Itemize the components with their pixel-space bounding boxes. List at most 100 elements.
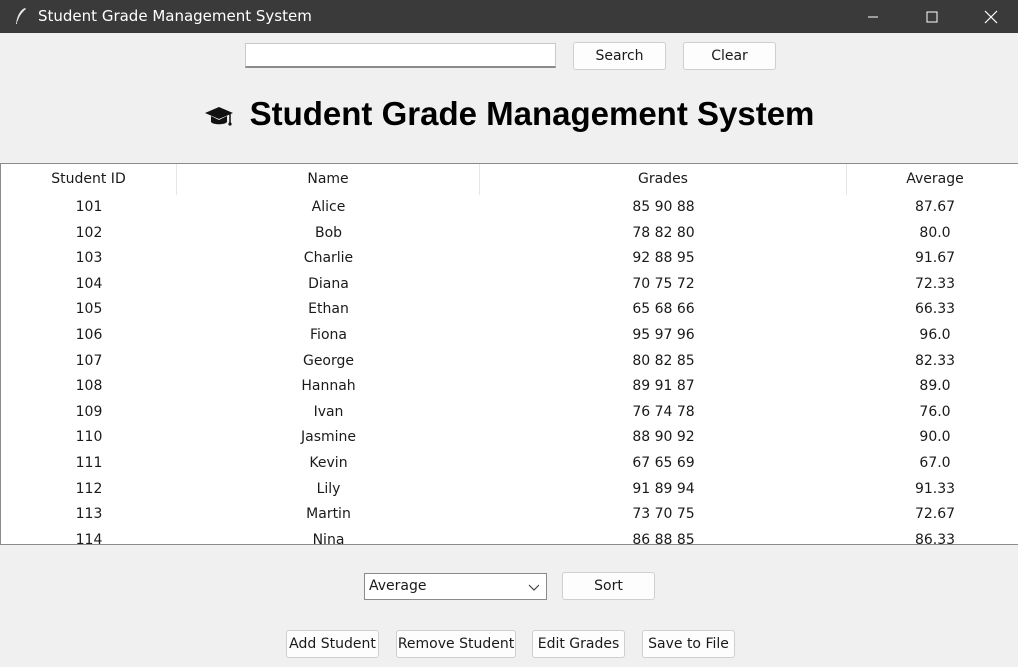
cell-grades: 80 82 85 <box>632 352 695 369</box>
cell-grades: 73 70 75 <box>632 506 695 523</box>
cell-student-id: 105 <box>75 301 103 318</box>
page-heading: Student Grade Management System <box>0 94 1018 134</box>
minimize-icon <box>868 16 878 17</box>
cell-average: 72.67 <box>914 506 956 523</box>
cell-name: Alice <box>311 199 346 215</box>
sort-button[interactable]: Sort <box>562 572 655 600</box>
column-header-average[interactable]: Average <box>847 164 1018 195</box>
cell-name: Ivan <box>313 403 344 420</box>
cell-average: 82.33 <box>914 352 956 369</box>
close-button[interactable] <box>962 0 1018 33</box>
cell-average: 91.67 <box>914 250 956 267</box>
column-header-student-id[interactable]: Student ID <box>1 164 177 195</box>
table-row[interactable]: 110 Jasmine 88 90 92 90.0 <box>1 425 1018 451</box>
column-header-grades[interactable]: Grades <box>480 164 847 195</box>
cell-grades: 85 90 88 <box>632 199 695 215</box>
window-title: Student Grade Management System <box>38 7 312 25</box>
cell-average: 67.0 <box>919 454 951 471</box>
cell-average: 96.0 <box>919 326 951 343</box>
cell-student-id: 103 <box>75 250 103 267</box>
cell-name: Charlie <box>303 250 354 267</box>
table-row[interactable]: 103 Charlie 92 88 95 91.67 <box>1 246 1018 272</box>
table-row[interactable]: 113 Martin 73 70 75 72.67 <box>1 502 1018 528</box>
clear-button[interactable]: Clear <box>683 42 776 70</box>
cell-student-id: 109 <box>75 403 103 420</box>
table-row[interactable]: 111 Kevin 67 65 69 67.0 <box>1 451 1018 477</box>
cell-grades: 89 91 87 <box>632 378 695 395</box>
cell-name: Bob <box>314 224 343 241</box>
cell-student-id: 101 <box>75 199 103 215</box>
add-student-button[interactable]: Add Student <box>286 630 379 658</box>
close-icon <box>984 10 998 23</box>
table-row[interactable]: 104 Diana 70 75 72 72.33 <box>1 272 1018 298</box>
sort-field-value: Average <box>369 578 427 594</box>
table-row[interactable]: 107 George 80 82 85 82.33 <box>1 349 1018 375</box>
cell-student-id: 108 <box>75 378 103 395</box>
cell-student-id: 102 <box>75 224 103 241</box>
table-row[interactable]: 112 Lily 91 89 94 91.33 <box>1 477 1018 503</box>
cell-student-id: 104 <box>75 275 103 292</box>
table-row[interactable]: 105 Ethan 65 68 66 66.33 <box>1 297 1018 323</box>
cell-student-id: 113 <box>75 506 103 523</box>
maximize-icon <box>926 11 938 22</box>
table-row[interactable]: 102 Bob 78 82 80 80.0 <box>1 221 1018 247</box>
save-to-file-button[interactable]: Save to File <box>642 630 735 658</box>
cell-student-id: 110 <box>75 429 103 446</box>
cell-average: 66.33 <box>914 301 956 318</box>
cell-average: 76.0 <box>919 403 951 420</box>
cell-grades: 91 89 94 <box>632 480 695 497</box>
column-header-name[interactable]: Name <box>177 164 480 195</box>
chevron-down-icon <box>528 584 540 591</box>
students-table[interactable]: Student ID Name Grades Average 101 Alice 8… <box>0 163 1018 545</box>
cell-average: 87.67 <box>914 199 956 215</box>
minimize-button[interactable] <box>844 0 902 33</box>
cell-grades: 67 65 69 <box>632 454 695 471</box>
cell-grades: 76 74 78 <box>632 403 695 420</box>
table-row[interactable]: 109 Ivan 76 74 78 76.0 <box>1 400 1018 426</box>
table-header: Student ID Name Grades Average <box>1 164 1018 195</box>
edit-grades-button[interactable]: Edit Grades <box>532 630 625 658</box>
cell-name: Martin <box>306 506 351 523</box>
cell-student-id: 107 <box>75 352 103 369</box>
page-title: Student Grade Management System <box>249 95 815 132</box>
search-button[interactable]: Search <box>573 42 666 70</box>
cell-grades: 95 97 96 <box>632 326 695 343</box>
cell-average: 72.33 <box>914 275 956 292</box>
cell-grades: 92 88 95 <box>632 250 695 267</box>
cell-student-id: 114 <box>75 531 103 545</box>
cell-name: Kevin <box>309 454 348 471</box>
cell-grades: 65 68 66 <box>632 301 695 318</box>
sort-field-select[interactable]: Average <box>364 573 547 600</box>
cell-grades: 70 75 72 <box>632 275 695 292</box>
cell-average: 80.0 <box>919 224 951 241</box>
cell-student-id: 111 <box>75 454 103 471</box>
cell-grades: 88 90 92 <box>632 429 695 446</box>
cell-name: Jasmine <box>300 429 356 446</box>
cell-name: Lily <box>316 480 341 497</box>
cell-average: 91.33 <box>914 480 956 497</box>
cell-grades: 86 88 85 <box>632 531 695 545</box>
cell-name: Diana <box>308 275 349 292</box>
table-row[interactable]: 101 Alice 85 90 88 87.67 <box>1 195 1018 221</box>
graduation-cap-icon <box>204 107 233 126</box>
cell-student-id: 106 <box>75 326 103 343</box>
remove-student-button[interactable]: Remove Student <box>396 630 516 658</box>
cell-grades: 78 82 80 <box>632 224 695 241</box>
search-input[interactable] <box>245 43 556 68</box>
cell-name: George <box>302 352 355 369</box>
cell-student-id: 112 <box>75 480 103 497</box>
table-row[interactable]: 114 Nina 86 88 85 86.33 <box>1 528 1018 545</box>
cell-name: Hannah <box>301 378 356 395</box>
cell-average: 90.0 <box>919 429 951 446</box>
table-body: 101 Alice 85 90 88 87.67 102 Bob 78 82 80 80.0 1… <box>1 195 1018 545</box>
table-row[interactable]: 108 Hannah 89 91 87 89.0 <box>1 374 1018 400</box>
table-row[interactable]: 106 Fiona 95 97 96 96.0 <box>1 323 1018 349</box>
feather-icon <box>16 8 26 24</box>
maximize-button[interactable] <box>903 0 961 33</box>
cell-average: 89.0 <box>919 378 951 395</box>
cell-name: Fiona <box>310 326 347 343</box>
cell-name: Ethan <box>308 301 349 318</box>
cell-name: Nina <box>312 531 345 545</box>
title-bar: Student Grade Management System <box>0 0 1018 33</box>
cell-average: 86.33 <box>914 531 956 545</box>
